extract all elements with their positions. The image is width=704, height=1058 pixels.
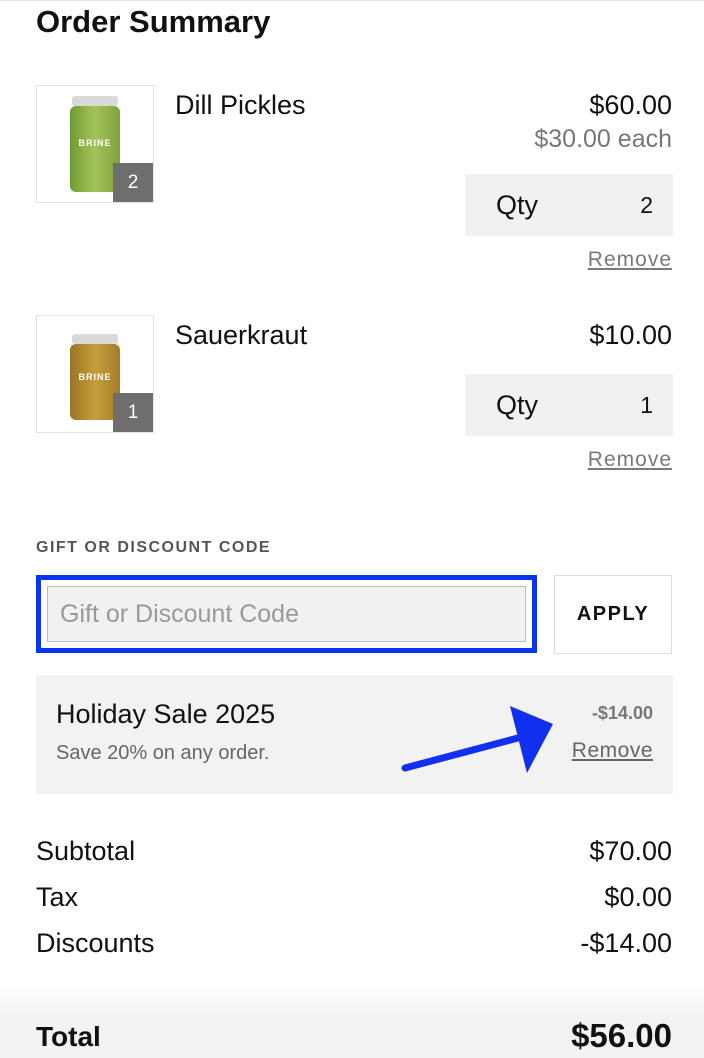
- jar-lid: [72, 96, 118, 106]
- discount-code-input[interactable]: [47, 586, 526, 642]
- remove-item-link[interactable]: Remove: [588, 248, 672, 272]
- quantity-badge: 2: [113, 163, 153, 202]
- discount-code-highlight: [36, 575, 537, 653]
- total-fade: [0, 985, 704, 1015]
- product-name: Sauerkraut: [175, 320, 308, 350]
- quantity-selector[interactable]: Qty 2: [465, 174, 673, 236]
- discounts-value: -$14.00: [580, 928, 672, 958]
- total-label: Total: [36, 1021, 101, 1052]
- quantity-value: 2: [640, 192, 653, 218]
- product-thumbnail[interactable]: BRINE 1: [36, 315, 154, 433]
- total-value: $56.00: [571, 1017, 672, 1054]
- tax-value: $0.00: [604, 882, 672, 912]
- product-name: Dill Pickles: [175, 90, 306, 120]
- remove-promo-link[interactable]: Remove: [572, 739, 653, 763]
- jar-lid: [72, 334, 118, 344]
- line-price: $60.00: [589, 90, 672, 120]
- jar-brand-label: BRINE: [78, 138, 112, 148]
- jar-brand-label: BRINE: [78, 372, 112, 382]
- apply-button[interactable]: APPLY: [554, 575, 672, 654]
- applied-promo-card: Holiday Sale 2025 Save 20% on any order.…: [36, 675, 673, 794]
- subtotal-label: Subtotal: [36, 836, 136, 866]
- discount-code-heading: GIFT OR DISCOUNT CODE: [36, 539, 272, 556]
- tax-label: Tax: [36, 882, 79, 912]
- quantity-label: Qty: [496, 190, 539, 220]
- line-price: $10.00: [589, 320, 672, 350]
- quantity-value: 1: [640, 392, 653, 418]
- promo-description: Save 20% on any order.: [56, 742, 270, 764]
- annotation-arrow-icon: [401, 706, 553, 773]
- total-row: Total $56.00: [0, 1015, 704, 1058]
- page-title: Order Summary: [36, 4, 271, 39]
- unit-price: $30.00 each: [534, 125, 672, 153]
- product-thumbnail[interactable]: BRINE 2: [36, 85, 154, 203]
- remove-item-link[interactable]: Remove: [588, 448, 672, 472]
- quantity-selector[interactable]: Qty 1: [465, 374, 673, 436]
- promo-name: Holiday Sale 2025: [56, 699, 276, 729]
- discounts-label: Discounts: [36, 928, 155, 958]
- promo-amount: -$14.00: [591, 703, 653, 723]
- quantity-label: Qty: [496, 390, 539, 420]
- top-divider: [0, 0, 704, 1]
- quantity-badge: 1: [113, 393, 153, 432]
- subtotal-value: $70.00: [589, 836, 672, 866]
